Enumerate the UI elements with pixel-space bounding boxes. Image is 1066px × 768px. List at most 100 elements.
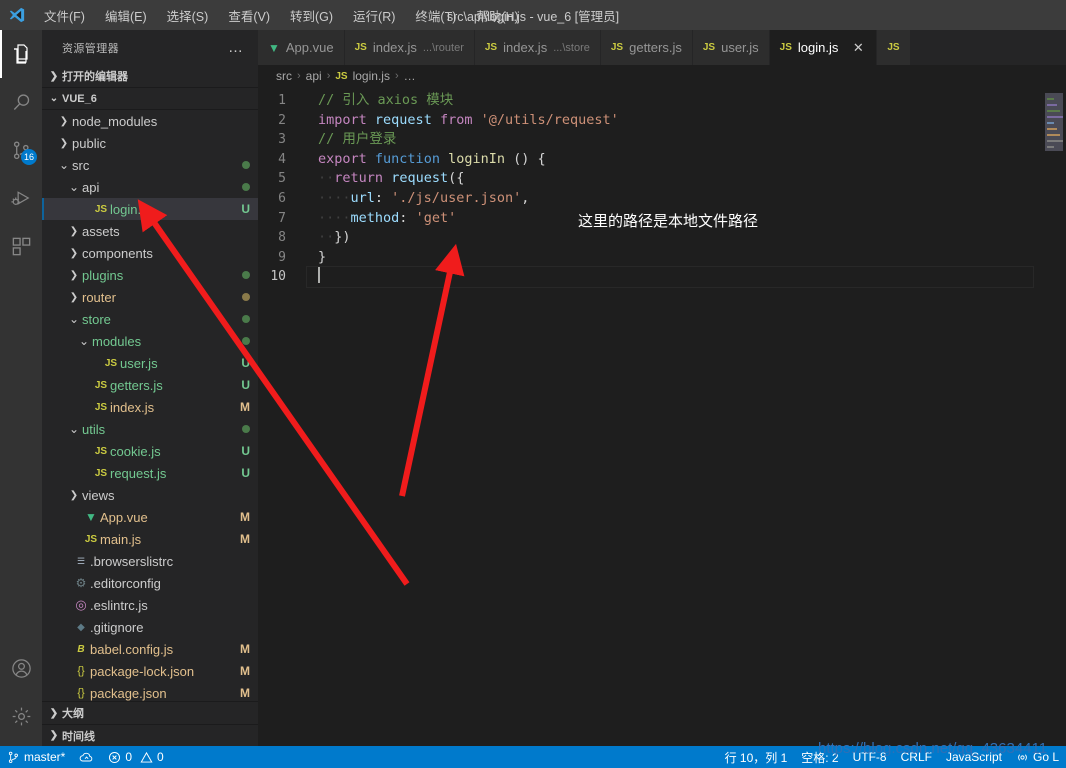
tab-close-icon[interactable]: ✕ xyxy=(850,40,866,56)
tab-label: getters.js xyxy=(629,40,682,55)
minimap-line xyxy=(1047,116,1063,118)
status-encoding[interactable]: UTF-8 xyxy=(846,746,894,768)
menu-view[interactable]: 查看(V) xyxy=(218,3,280,28)
status-language-mode[interactable]: JavaScript xyxy=(939,746,1009,768)
more-actions-icon[interactable]: … xyxy=(222,39,250,56)
extensions-icon xyxy=(10,235,33,258)
chevron-right-icon: ❯ xyxy=(69,291,79,303)
chevron-down-icon: ⌄ xyxy=(68,312,80,326)
breadcrumb-api[interactable]: api xyxy=(306,69,322,83)
tree-folder-utils[interactable]: ⌄ utils xyxy=(42,418,258,440)
tree-file-request.js[interactable]: JS request.js U xyxy=(42,462,258,484)
line-number: 7 xyxy=(278,210,286,226)
code-token: , xyxy=(521,189,530,206)
menu-edit[interactable]: 编辑(E) xyxy=(95,3,157,28)
tree-folder-modules[interactable]: ⌄ modules xyxy=(42,330,258,352)
tree-file-getters.js[interactable]: JS getters.js U xyxy=(42,374,258,396)
status-eol[interactable]: CRLF xyxy=(894,746,939,768)
tree-item-label: src xyxy=(72,157,90,173)
tree-item-label: login.js xyxy=(110,201,151,217)
tree-folder-api[interactable]: ⌄ api xyxy=(42,176,258,198)
tree-file-.eslintrc.js[interactable]: ◎ .eslintrc.js xyxy=(42,594,258,616)
activity-search[interactable] xyxy=(0,78,42,126)
tree-file-.browserslistrc[interactable]: ☰ .browserslistrc xyxy=(42,550,258,572)
tree-item-label: App.vue xyxy=(100,509,148,525)
open-editors-label: 打开的编辑器 xyxy=(62,71,128,83)
tree-file-cookie.js[interactable]: JS cookie.js U xyxy=(42,440,258,462)
editor-tab-login.js[interactable]: JS login.js ✕ xyxy=(769,30,878,65)
tree-file-package-lock.json[interactable]: {} package-lock.json M xyxy=(42,660,258,682)
status-sync[interactable] xyxy=(72,746,101,768)
activity-settings[interactable] xyxy=(0,692,42,740)
menu-select[interactable]: 选择(S) xyxy=(157,3,219,28)
tree-file-babel.config.js[interactable]: Bbabel.config.js M xyxy=(42,638,258,660)
js-file-icon: JS xyxy=(94,379,108,391)
tree-file-App.vue[interactable]: ▼ App.vue M xyxy=(42,506,258,528)
tree-file-package.json[interactable]: {} package.json M xyxy=(42,682,258,701)
editor-group: ▼ App.vue JS index.js ...\router JS index.js..… xyxy=(258,30,1066,746)
breadcrumb-src[interactable]: src xyxy=(276,69,292,83)
chevron-right-icon: ❯ xyxy=(49,730,59,741)
tree-folder-public[interactable]: ❯ public xyxy=(42,132,258,154)
tree-item-label: package.json xyxy=(90,685,167,701)
editor-tab-App.vue[interactable]: ▼ App.vue xyxy=(258,30,345,65)
menu-help[interactable]: 帮助(H) xyxy=(466,3,528,28)
status-cursor-position[interactable]: 行 10，列 1 xyxy=(718,746,795,768)
tree-file-.gitignore[interactable]: ◆ .gitignore xyxy=(42,616,258,638)
code-lines[interactable]: 1 // 引入 axios 模块 2 import request from '@/u… xyxy=(258,87,1042,746)
tree-folder-src[interactable]: ⌄ src xyxy=(42,154,258,176)
tree-file-user.js[interactable]: JS user.js U xyxy=(42,352,258,374)
section-project-root[interactable]: ⌄ VUE_6 xyxy=(42,87,258,109)
editor-tab-user.js[interactable]: JS user.js xyxy=(692,30,770,65)
chevron-right-icon: ❯ xyxy=(49,70,59,82)
tree-folder-router[interactable]: ❯ router xyxy=(42,286,258,308)
chevron-right-icon: ❯ xyxy=(59,115,69,127)
editor-tab-overflow[interactable]: JS xyxy=(877,30,911,65)
minimap-line xyxy=(1047,128,1057,130)
tree-file-login.js[interactable]: JS login.js U xyxy=(42,198,258,220)
tree-file-main.js[interactable]: JS main.js M xyxy=(42,528,258,550)
section-timeline[interactable]: ❯ 时间线 xyxy=(42,724,258,746)
status-problems[interactable]: 0 0 xyxy=(101,746,170,768)
section-open-editors[interactable]: ❯ 打开的编辑器 xyxy=(42,65,258,87)
code-line: 7 ····method: 'get' xyxy=(258,209,1042,229)
minimap-slider[interactable] xyxy=(1045,93,1063,151)
tree-folder-store[interactable]: ⌄ store xyxy=(42,308,258,330)
js-file-icon: JS xyxy=(702,42,716,53)
editor-tab-index.js[interactable]: JS index.js ...\store xyxy=(474,30,601,65)
sidebar-explorer: 资源管理器 … ❯ 打开的编辑器 ⌄ VUE_6 ❯ node_modules ❯ p… xyxy=(42,30,258,746)
activity-extensions[interactable] xyxy=(0,222,42,270)
tree-folder-node_modules[interactable]: ❯ node_modules xyxy=(42,110,258,132)
minimap[interactable] xyxy=(1042,87,1066,746)
tree-folder-views[interactable]: ❯ views xyxy=(42,484,258,506)
section-outline[interactable]: ❯ 大纲 xyxy=(42,702,258,724)
activity-accounts[interactable] xyxy=(0,644,42,692)
activity-run-debug[interactable] xyxy=(0,174,42,222)
vscode-logo-icon xyxy=(0,6,34,24)
tree-folder-assets[interactable]: ❯ assets xyxy=(42,220,258,242)
menu-file[interactable]: 文件(F) xyxy=(34,3,95,28)
menu-run[interactable]: 运行(R) xyxy=(343,3,405,28)
status-indentation[interactable]: 空格: 2 xyxy=(794,746,845,768)
tree-file-index.js[interactable]: JS index.js M xyxy=(42,396,258,418)
editor-tab-index.js[interactable]: JS index.js ...\router xyxy=(344,30,475,65)
tree-file-.editorconfig[interactable]: ⚙ .editorconfig xyxy=(42,572,258,594)
activity-explorer[interactable] xyxy=(0,30,42,78)
breadcrumb-file[interactable]: login.js xyxy=(353,69,390,83)
js-file-icon: JS xyxy=(84,533,98,545)
status-go-live[interactable]: Go L xyxy=(1009,746,1066,768)
activity-bar: 16 xyxy=(0,30,42,746)
code-editor[interactable]: 1 // 引入 axios 模块 2 import request from '@/u… xyxy=(258,87,1066,746)
editorconfig-file-icon: ⚙ xyxy=(75,576,87,590)
editor-tab-getters.js[interactable]: JS getters.js xyxy=(600,30,693,65)
breadcrumb-symbols[interactable]: … xyxy=(404,69,416,83)
status-branch[interactable]: master* xyxy=(0,746,72,768)
menu-terminal[interactable]: 终端(T) xyxy=(405,3,466,28)
tree-item-label: store xyxy=(82,311,111,327)
tree-folder-components[interactable]: ❯ components xyxy=(42,242,258,264)
activity-source-control[interactable]: 16 xyxy=(0,126,42,174)
menu-go[interactable]: 转到(G) xyxy=(280,3,343,28)
tree-folder-plugins[interactable]: ❯ plugins xyxy=(42,264,258,286)
browserslist-file-icon: ☰ xyxy=(76,555,86,566)
